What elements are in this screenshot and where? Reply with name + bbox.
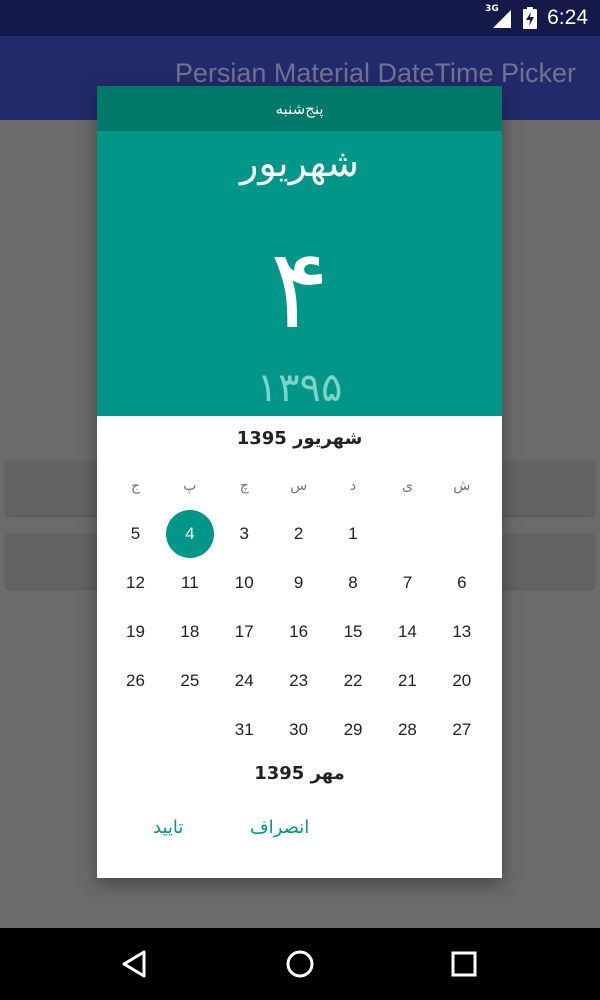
- day-number: 20: [452, 670, 472, 690]
- weekday-header: ش: [453, 478, 471, 494]
- day-number: 28: [397, 719, 417, 739]
- empty-day-cell: [435, 509, 489, 558]
- header-year[interactable]: ۱۳۹۵: [97, 365, 502, 411]
- day-number: 5: [130, 523, 141, 543]
- day-number: 21: [397, 670, 417, 690]
- day-cell[interactable]: 7: [380, 558, 434, 607]
- signal-icon: 3G: [485, 4, 513, 30]
- day-cell[interactable]: 30: [271, 705, 325, 754]
- day-cell[interactable]: 13: [435, 607, 489, 656]
- empty-day-cell: [108, 705, 162, 754]
- day-cell[interactable]: 31: [217, 705, 271, 754]
- day-number: 3: [239, 523, 249, 543]
- day-cell[interactable]: 21: [380, 656, 434, 705]
- day-cell[interactable]: 23: [271, 656, 325, 705]
- day-number: 7: [402, 572, 413, 592]
- day-number: 8: [348, 572, 358, 592]
- day-number: 6: [457, 572, 467, 592]
- day-cell[interactable]: 26: [108, 656, 162, 705]
- selected-weekday-bar: پنج‌شنبه: [97, 86, 502, 131]
- selected-day-cell[interactable]: 4: [163, 509, 217, 558]
- weekday-header: ج: [130, 478, 140, 494]
- weekday-header: ی: [401, 478, 413, 494]
- day-number: 18: [180, 621, 200, 641]
- day-cell[interactable]: 5: [108, 509, 162, 558]
- header-day[interactable]: ۴: [97, 229, 502, 349]
- day-number: 13: [452, 621, 472, 641]
- day-number: 26: [126, 670, 145, 690]
- day-cell[interactable]: 1: [326, 509, 380, 558]
- day-cell[interactable]: 17: [217, 607, 271, 656]
- calendar-grid: ش ی د س چ پ ج 1 2 3 4 5 6 7 8 9 10 11 12 13 14 15 16 17 18 19 20 21…: [108, 463, 489, 754]
- day-cell[interactable]: 6: [435, 558, 489, 607]
- day-number: 15: [343, 621, 363, 641]
- day-number: 16: [289, 621, 309, 641]
- day-cell[interactable]: 2: [271, 509, 325, 558]
- confirm-button[interactable]: تایید: [147, 813, 189, 842]
- day-cell[interactable]: 10: [217, 558, 271, 607]
- day-cell[interactable]: 22: [326, 656, 380, 705]
- navigation-bar: [0, 928, 600, 1000]
- battery-charging-icon: [523, 7, 538, 29]
- status-bar: 3G 6:24: [0, 0, 600, 36]
- day-number: 17: [234, 621, 254, 641]
- day-cell[interactable]: 25: [163, 656, 217, 705]
- day-cell[interactable]: 8: [326, 558, 380, 607]
- day-number: 9: [293, 572, 304, 592]
- day-cell[interactable]: 11: [163, 558, 217, 607]
- header-month[interactable]: شهریور: [97, 141, 502, 185]
- day-number: 27: [452, 719, 472, 739]
- day-cell[interactable]: 14: [380, 607, 434, 656]
- empty-day-cell: [163, 705, 217, 754]
- day-number: 22: [343, 670, 363, 690]
- day-cell[interactable]: 9: [271, 558, 325, 607]
- day-number: 24: [234, 670, 254, 690]
- cancel-button[interactable]: انصراف: [244, 813, 315, 842]
- day-number: 23: [289, 670, 309, 690]
- weekday-header: پ: [183, 478, 197, 494]
- next-month-title: مهر 1395: [254, 763, 345, 784]
- status-time: 6:24: [547, 6, 588, 29]
- day-number: 25: [180, 670, 200, 690]
- day-cell[interactable]: 27: [435, 705, 489, 754]
- day-number: 1: [348, 523, 358, 543]
- day-cell[interactable]: 24: [217, 656, 271, 705]
- day-number: 11: [181, 572, 199, 592]
- day-number: 4: [185, 523, 195, 543]
- weekday-header: چ: [239, 478, 249, 494]
- weekday-header: س: [290, 478, 308, 494]
- day-cell[interactable]: 15: [326, 607, 380, 656]
- app-title: Persian Material DateTime Picker: [174, 58, 576, 88]
- day-number: 10: [234, 572, 254, 592]
- day-number: 31: [234, 719, 254, 739]
- back-icon[interactable]: [118, 946, 154, 982]
- day-number: 14: [397, 621, 417, 641]
- day-cell[interactable]: 29: [326, 705, 380, 754]
- status-icons: 3G 6:24: [485, 0, 588, 36]
- day-cell[interactable]: 3: [217, 509, 271, 558]
- day-number: 30: [289, 719, 309, 739]
- day-cell[interactable]: 18: [163, 607, 217, 656]
- day-number: 29: [343, 719, 363, 739]
- day-number: 12: [126, 572, 145, 592]
- day-cell[interactable]: 16: [271, 607, 325, 656]
- date-header: شهریور ۴ ۱۳۹۵: [97, 131, 502, 416]
- current-month-title: شهریور 1395: [236, 428, 363, 449]
- day-cell[interactable]: 19: [108, 607, 162, 656]
- day-cell[interactable]: 20: [435, 656, 489, 705]
- home-icon[interactable]: [282, 946, 318, 982]
- empty-day-cell: [380, 509, 434, 558]
- weekday-header: د: [349, 478, 357, 494]
- recents-icon[interactable]: [446, 946, 482, 982]
- day-number: 19: [126, 621, 145, 641]
- day-cell[interactable]: 12: [108, 558, 162, 607]
- day-cell[interactable]: 28: [380, 705, 434, 754]
- date-picker-dialog: پنج‌شنبه شهریور ۴ ۱۳۹۵ شهریور 1395 شیدسچ…: [97, 86, 502, 878]
- day-number: 2: [293, 523, 304, 543]
- selected-weekday: پنج‌شنبه: [275, 99, 324, 118]
